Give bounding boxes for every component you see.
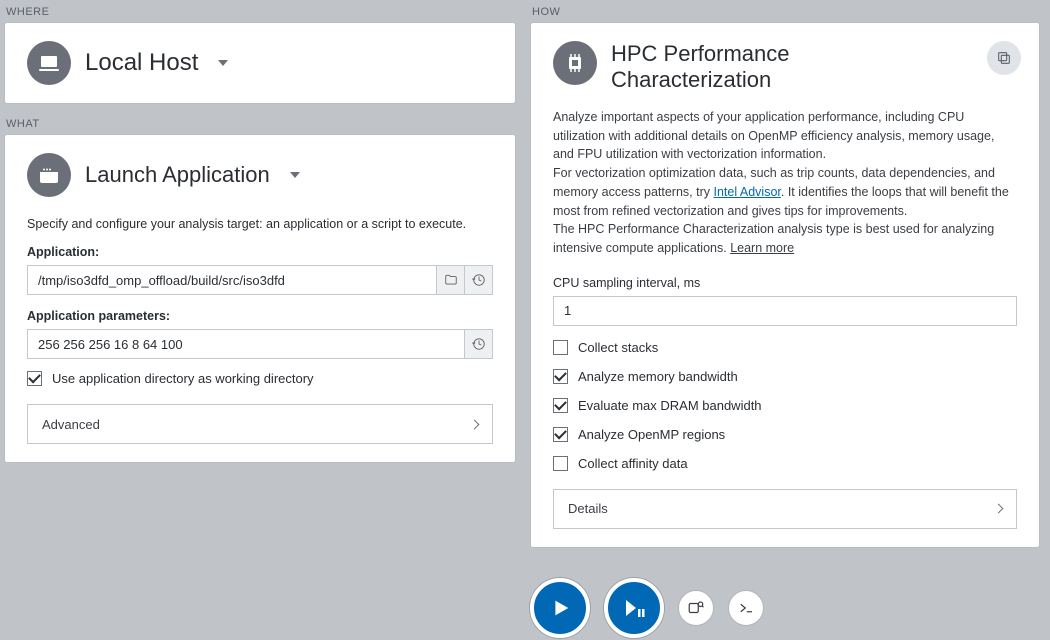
- params-history-button[interactable]: [465, 329, 493, 359]
- chevron-down-icon[interactable]: [290, 172, 300, 178]
- intel-advisor-link[interactable]: Intel Advisor: [713, 185, 780, 199]
- eval-dram-checkbox[interactable]: [553, 398, 568, 413]
- what-title: Launch Application: [85, 162, 270, 188]
- where-title: Local Host: [85, 49, 198, 78]
- eval-dram-label: Evaluate max DRAM bandwidth: [578, 398, 762, 413]
- what-card: Launch Application Specify and configure…: [4, 134, 516, 463]
- sampling-input[interactable]: [553, 296, 1017, 326]
- start-button[interactable]: [530, 578, 590, 638]
- what-section-label: WHAT: [4, 116, 516, 134]
- copy-icon: [996, 50, 1012, 66]
- where-card: Local Host: [4, 22, 516, 104]
- how-title: HPC Performance Characterization: [611, 41, 951, 94]
- where-section-label: WHERE: [4, 4, 516, 22]
- learn-more-link[interactable]: Learn more: [730, 241, 794, 255]
- history-button[interactable]: [465, 265, 493, 295]
- collect-affinity-label: Collect affinity data: [578, 456, 688, 471]
- details-label: Details: [568, 501, 608, 516]
- application-input[interactable]: [27, 265, 437, 295]
- play-pause-icon: [622, 596, 646, 620]
- advanced-expander[interactable]: Advanced: [27, 404, 493, 444]
- play-icon: [549, 597, 571, 619]
- terminal-icon: [737, 599, 755, 617]
- binary-button[interactable]: [678, 590, 714, 626]
- how-section-label: HOW: [530, 4, 1040, 22]
- how-description: Analyze important aspects of your applic…: [553, 108, 1017, 258]
- action-buttons: [530, 578, 764, 638]
- params-label: Application parameters:: [27, 309, 493, 323]
- params-input[interactable]: [27, 329, 465, 359]
- collect-affinity-checkbox[interactable]: [553, 456, 568, 471]
- how-header[interactable]: HPC Performance Characterization: [553, 41, 1017, 94]
- collect-stacks-label: Collect stacks: [578, 340, 658, 355]
- analyze-openmp-label: Analyze OpenMP regions: [578, 427, 725, 442]
- where-header[interactable]: Local Host: [27, 41, 493, 85]
- what-subhead: Specify and configure your analysis targ…: [27, 217, 493, 231]
- how-card: HPC Performance Characterization Analyze…: [530, 22, 1040, 548]
- browse-button[interactable]: [437, 265, 465, 295]
- chip-icon: [553, 41, 597, 85]
- sampling-label: CPU sampling interval, ms: [553, 276, 1017, 290]
- laptop-icon: [27, 41, 71, 85]
- analyze-mem-bw-label: Analyze memory bandwidth: [578, 369, 738, 384]
- history-icon: [472, 273, 486, 287]
- application-icon: [27, 153, 71, 197]
- chevron-right-icon: [994, 504, 1004, 514]
- what-header[interactable]: Launch Application: [27, 153, 493, 197]
- folder-icon: [444, 273, 458, 287]
- binary-icon: [687, 599, 705, 617]
- copy-button[interactable]: [987, 41, 1021, 75]
- start-paused-button[interactable]: [604, 578, 664, 638]
- analyze-mem-bw-checkbox[interactable]: [553, 369, 568, 384]
- analyze-openmp-checkbox[interactable]: [553, 427, 568, 442]
- chevron-right-icon: [470, 419, 480, 429]
- collect-stacks-checkbox[interactable]: [553, 340, 568, 355]
- use-app-dir-label: Use application directory as working dir…: [52, 371, 314, 386]
- use-app-dir-checkbox[interactable]: [27, 371, 42, 386]
- chevron-down-icon[interactable]: [218, 60, 228, 66]
- advanced-label: Advanced: [42, 417, 100, 432]
- details-expander[interactable]: Details: [553, 489, 1017, 529]
- application-label: Application:: [27, 245, 493, 259]
- command-line-button[interactable]: [728, 590, 764, 626]
- history-icon: [472, 337, 486, 351]
